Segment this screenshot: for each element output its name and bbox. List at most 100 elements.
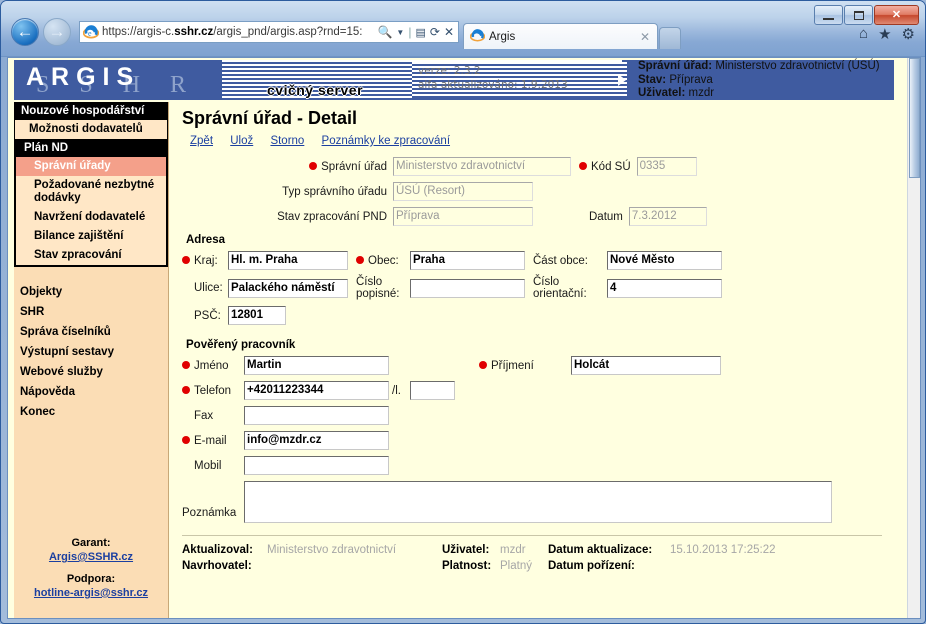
sidebar-item-navrzeni-dodavatele[interactable]: Navržení dodavatelé xyxy=(16,208,166,227)
banner-arrow-icon[interactable] xyxy=(618,74,626,86)
gear-icon[interactable]: ⚙ xyxy=(902,25,915,43)
label-cast-obce: Část obce: xyxy=(533,254,588,267)
sidebar-header-nouzove-hospodarstvi[interactable]: Nouzové hospodářství xyxy=(15,103,167,120)
sidebar-header-plan-nd[interactable]: Plán ND xyxy=(16,140,166,157)
link-ulozit[interactable]: Ulož xyxy=(230,135,253,147)
label-uzivatel: Uživatel: xyxy=(442,544,490,556)
input-cislo-orientacni[interactable]: 4 xyxy=(607,278,722,298)
address-url: https://argis-c.sshr.cz/argis_pnd/argis.… xyxy=(102,26,363,38)
address-fields: Kraj: Hl. m. Praha Obec: Praha Část obce… xyxy=(182,251,894,325)
input-stav-zpracovani-pnd[interactable]: Příprava xyxy=(393,207,533,226)
sidebar-item-vystupni-sestavy[interactable]: Výstupní sestavy xyxy=(14,342,168,362)
required-dot-icon xyxy=(309,162,318,171)
sidebar-item-bilance-zajisteni[interactable]: Bilance zajištění xyxy=(16,227,166,246)
label-obec: Obec: xyxy=(356,255,410,267)
sidebar: Nouzové hospodářství Možnosti dodavatelů… xyxy=(14,102,169,618)
input-email[interactable]: info@mzdr.cz xyxy=(244,431,389,450)
home-icon[interactable]: ⌂ xyxy=(859,25,868,43)
label-telefon: Telefon xyxy=(182,385,244,397)
address-bar[interactable]: e https://argis-c.sshr.cz/argis_pnd/argi… xyxy=(79,21,459,43)
browser-tab-argis[interactable]: Argis ✕ xyxy=(463,23,658,49)
required-dot-icon xyxy=(182,361,190,370)
search-icon[interactable]: 🔍 xyxy=(377,25,392,39)
label-navrhovatel: Navrhovatel: xyxy=(182,560,252,572)
session-info: Správní úřad: Ministerstvo zdravotnictví… xyxy=(638,60,880,101)
sidebar-item-moznosti-dodavatelu[interactable]: Možnosti dodavatelů xyxy=(15,120,167,139)
sidebar-item-objekty[interactable]: Objekty xyxy=(14,282,168,302)
browser-window: ✕ ← → e https://argis-c.sshr.cz/argis_pn… xyxy=(0,0,926,624)
row-fax: Fax xyxy=(182,406,894,425)
tab-close-icon[interactable]: ✕ xyxy=(637,30,653,44)
input-datum[interactable]: 7.3.2012 xyxy=(628,207,707,226)
input-cislo-popisne[interactable] xyxy=(410,278,525,298)
row-typ-spravniho-uradu: Typ správního úřadu ÚSÚ (Resort) xyxy=(182,182,894,201)
sidebar-item-spravni-urady[interactable]: Správní úřady xyxy=(16,157,166,176)
input-kod-su[interactable]: 0335 xyxy=(636,157,697,176)
session-spravni-urad: Správní úřad: Ministerstvo zdravotnictví… xyxy=(638,60,880,74)
session-value: mzdr xyxy=(688,87,715,99)
sidebar-item-shr[interactable]: SHR xyxy=(14,302,168,322)
sidebar-item-napoveda[interactable]: Nápověda xyxy=(14,382,168,402)
row-telefon: Telefon +42011223344 /l. xyxy=(182,381,894,400)
label-cislo-popisne: Číslo popisné: xyxy=(356,276,400,300)
compatibility-view-icon[interactable]: ▤ xyxy=(415,26,425,39)
input-telefon[interactable]: +42011223344 xyxy=(244,381,389,400)
input-ulice[interactable]: Palackého náměstí xyxy=(228,278,348,298)
sidebar-item-konec[interactable]: Konec xyxy=(14,402,168,422)
session-value: Ministerstvo zdravotnictví (ÚSÚ) xyxy=(715,60,880,72)
page-title: Správní úřad - Detail xyxy=(182,108,358,128)
stop-icon[interactable]: ✕ xyxy=(444,25,454,39)
section-title-adresa: Adresa xyxy=(186,234,225,246)
input-psc[interactable]: 12801 xyxy=(228,306,286,325)
version-line: verze: 2.3.2 xyxy=(418,65,481,77)
garant-label: Garant: xyxy=(71,537,111,549)
input-poznamka[interactable] xyxy=(244,481,832,523)
label-datum-porizeni: Datum pořízení: xyxy=(548,560,635,572)
argis-logo: ARGIS xyxy=(26,63,141,91)
input-kraj[interactable]: Hl. m. Praha xyxy=(228,251,348,270)
input-cast-obce[interactable]: Nové Město xyxy=(607,251,722,270)
refresh-icon[interactable]: ⟳ xyxy=(430,25,440,39)
new-tab-button[interactable] xyxy=(659,27,681,49)
podpora-email-link[interactable]: hotline-argis@sshr.cz xyxy=(34,587,148,599)
forward-button[interactable]: → xyxy=(43,18,71,46)
sidebar-contacts: Garant: Argis@SSHR.cz Podpora: hotline-a… xyxy=(14,536,168,600)
vertical-scrollbar[interactable] xyxy=(907,58,920,618)
chevron-down-icon[interactable]: ▼ xyxy=(396,28,404,37)
sidebar-item-stav-zpracovani[interactable]: Stav zpracování xyxy=(16,246,166,265)
row-kraj-obec-cast: Kraj: Hl. m. Praha Obec: Praha Část obce… xyxy=(182,251,894,270)
record-metadata: Aktualizoval: Ministerstvo zdravotnictví… xyxy=(182,542,894,574)
input-mobil[interactable] xyxy=(244,456,389,475)
link-storno[interactable]: Storno xyxy=(270,135,304,147)
garant-email-link[interactable]: Argis@SSHR.cz xyxy=(49,551,133,563)
sidebar-item-webove-sluzby[interactable]: Webové služby xyxy=(14,362,168,382)
link-zpet[interactable]: Zpět xyxy=(190,135,213,147)
back-button[interactable]: ← xyxy=(11,18,39,46)
address-bar-icons: 🔍 ▼ | ▤ ⟳ ✕ xyxy=(377,25,456,39)
value-aktualizoval: Ministerstvo zdravotnictví xyxy=(267,544,397,556)
svg-text:e: e xyxy=(88,29,92,38)
input-jmeno[interactable]: Martin xyxy=(244,356,389,375)
session-label: Správní úřad: xyxy=(638,60,713,72)
row-ulice-cisla: Ulice: Palackého náměstí Číslo popisné: … xyxy=(182,276,894,300)
input-linka[interactable] xyxy=(410,381,455,400)
session-label: Stav: xyxy=(638,73,667,86)
star-icon[interactable]: ★ xyxy=(878,25,891,43)
scrollbar-thumb[interactable] xyxy=(909,58,920,178)
label-psc: PSČ: xyxy=(194,309,221,322)
sidebar-item-sprava-ciselniku[interactable]: Správa číselníků xyxy=(14,322,168,342)
row-psc: PSČ: 12801 xyxy=(182,306,894,325)
input-spravni-urad[interactable]: Ministerstvo zdravotnictví xyxy=(393,157,571,176)
input-obec[interactable]: Praha xyxy=(410,251,525,270)
label-stav-zpracovani-pnd: Stav zpracování PND xyxy=(277,210,387,223)
link-poznamky-ke-zpracovani[interactable]: Poznámky ke zpracování xyxy=(322,135,450,147)
row-email: E-mail info@mzdr.cz xyxy=(182,431,894,450)
input-prijmeni[interactable]: Holcát xyxy=(571,356,721,375)
footer-separator xyxy=(182,535,882,536)
argis-page: SSHR ARGIS cvičný server verze: 2.3.2 al… xyxy=(8,58,908,618)
sidebar-item-pozadovane-nezbytne-dodavky[interactable]: Požadované nezbytné dodávky xyxy=(16,176,166,208)
label-fax: Fax xyxy=(194,409,214,422)
input-typ-spravniho-uradu[interactable]: ÚSÚ (Resort) xyxy=(393,182,533,201)
input-fax[interactable] xyxy=(244,406,389,425)
